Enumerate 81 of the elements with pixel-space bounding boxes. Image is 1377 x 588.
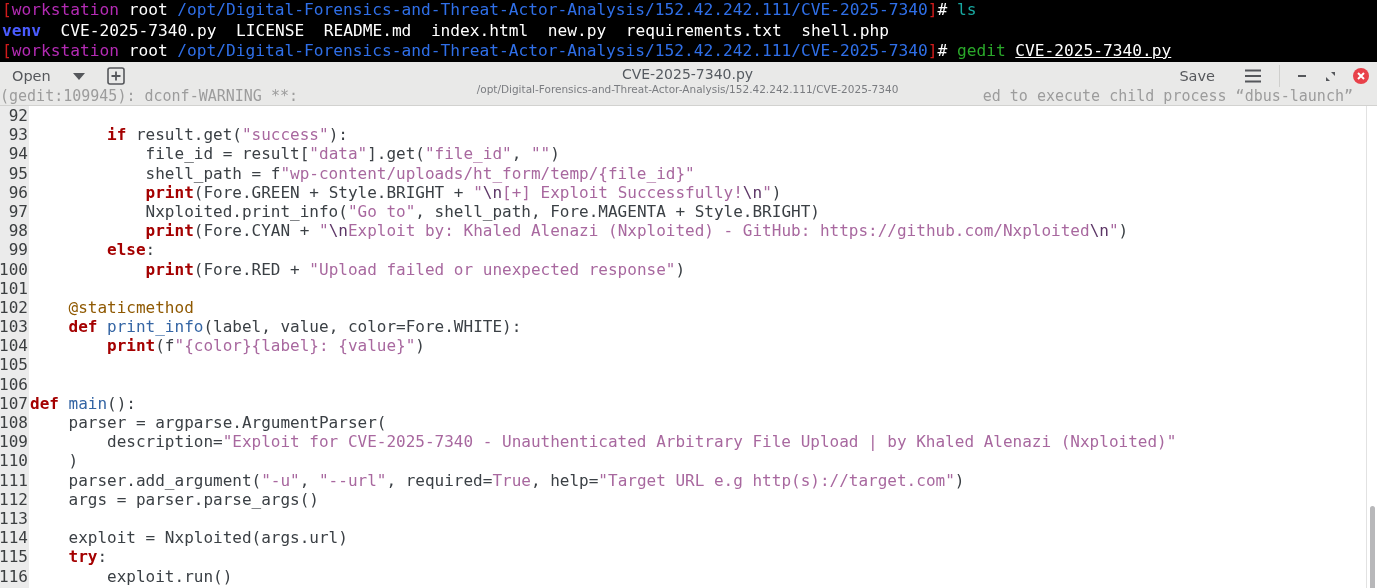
prompt-user: root <box>128 41 168 62</box>
prompt-host: workstation <box>11 41 119 62</box>
scrollbar-thumb[interactable] <box>1369 506 1375 588</box>
file-name: README.md <box>323 20 412 41</box>
code-line: exploit = Nxploited(args.url) <box>67 528 348 548</box>
prompt-symbol: # <box>937 0 948 21</box>
file-name: LICENSE <box>235 20 305 41</box>
caret-icon <box>72 72 85 80</box>
line-number: 109 <box>0 432 28 452</box>
line-number: 98 <box>8 221 28 241</box>
line-number: 93 <box>8 125 28 145</box>
menu-icon <box>1245 69 1261 83</box>
line-number: 107 <box>0 393 28 413</box>
line-number: 97 <box>8 201 28 222</box>
file-path: /opt/Digital-Forensics-and-Threat-Actor-Analysis/152.42.242.111/CVE-2025-7340 <box>476 83 899 96</box>
plus-box-icon <box>106 67 125 85</box>
prompt-user: root <box>128 0 168 21</box>
code-line: exploit.run() <box>106 566 233 586</box>
code-line: shell_path = f"wp-content/uploads/ht_form/temp/{file_id}" <box>144 163 695 183</box>
file-name: requirements.txt <box>625 20 782 41</box>
code-line: @staticmethod <box>67 297 194 318</box>
code-line: print(Fore.RED + "Upload failed or unexpected response") <box>144 259 686 279</box>
code-line: print(Fore.CYAN + "\nExploit by: Khaled Alenazi (Nxploited) - GitHub: https://github.com/Nxploited\n") <box>144 221 1129 241</box>
prompt-symbol: # <box>937 41 948 62</box>
code-line: def print_info(label, value, color=Fore.WHITE): <box>67 317 522 337</box>
line-number: 111 <box>0 470 28 490</box>
file-name: shell.php <box>801 20 889 41</box>
code-line: Nxploited.print_info("Go to", shell_path, Fore.MAGENTA + Style.BRIGHT) <box>144 201 820 222</box>
line-number: 110 <box>0 451 28 471</box>
terminal-command: gedit <box>956 41 1006 62</box>
save-button[interactable]: Save <box>1171 65 1223 87</box>
close-icon <box>1353 68 1369 84</box>
prompt-bracket: ] <box>927 41 938 62</box>
command-argument: CVE-2025-7340.py <box>1015 41 1172 62</box>
prompt-bracket: [ <box>2 0 12 21</box>
code-line: description="Exploit for CVE-2025-7340 - Unauthenticated Arbitrary File Upload | by Khaled Alenazi (Nxploited)" <box>106 432 1177 452</box>
line-number: 102 <box>0 297 28 318</box>
prompt-host: workstation <box>11 0 119 21</box>
prompt-path: /opt/Digital-Forensics-and-Threat-Actor-Analysis/152.42.242.111/CVE-2025-7340 <box>177 0 928 21</box>
file-name: index.html <box>430 20 529 41</box>
code-line: parser = argparse.ArgumentParser( <box>67 413 387 433</box>
code-line: ) <box>67 451 79 471</box>
line-number: 103 <box>0 317 28 337</box>
code-line: print(f"{color}{label}: {value}") <box>106 336 425 356</box>
code-line: print(Fore.GREEN + Style.BRIGHT + "\n[+] Exploit Successfully!\n") <box>144 182 782 202</box>
line-number: 113 <box>0 508 28 529</box>
line-number: 96 <box>8 182 28 202</box>
line-number: 115 <box>0 547 28 567</box>
line-number: 94 <box>8 144 28 164</box>
prompt-path: /opt/Digital-Forensics-and-Threat-Actor-Analysis/152.42.242.111/CVE-2025-7340 <box>177 41 928 62</box>
terminal-warning-text: (gedit:109945): dconf-WARNING **: <box>0 88 298 104</box>
prompt-bracket: ] <box>927 0 938 21</box>
code-line: args = parser.parse_args() <box>67 489 319 509</box>
code-line: file_id = result["data"].get("file_id", "") <box>144 144 560 164</box>
minimize-icon <box>1298 75 1306 77</box>
line-number: 100 <box>0 259 28 279</box>
code-line: if result.get("success"): <box>106 125 348 145</box>
code-line: def main(): <box>30 393 136 413</box>
open-button[interactable]: Open <box>4 65 93 87</box>
code-line: try: <box>67 547 108 567</box>
restore-icon <box>1326 71 1335 81</box>
line-number: 99 <box>8 240 28 260</box>
line-number: 106 <box>0 374 28 394</box>
line-number: 105 <box>0 355 28 375</box>
line-number: 112 <box>0 489 28 509</box>
terminal-warning-text: ed to execute child process “dbus-launch” <box>982 88 1353 104</box>
line-number: 108 <box>0 413 28 433</box>
prompt-bracket: [ <box>2 41 12 62</box>
line-number: 116 <box>0 566 28 586</box>
terminal-command: ls <box>956 0 977 21</box>
code-line: else: <box>106 240 156 260</box>
window-title: CVE-2025-7340.py <box>621 66 754 83</box>
directory-name: venv <box>2 20 41 41</box>
code-line: parser.add_argument("-u", "--url", required=True, help="Target URL e.g http(s)://target.com") <box>67 470 965 490</box>
line-number: 104 <box>0 336 28 356</box>
file-name: CVE-2025-7340.py <box>60 20 217 41</box>
file-name: new.py <box>547 20 607 41</box>
line-number: 114 <box>0 528 28 548</box>
line-number: 92 <box>8 106 28 126</box>
line-number: 101 <box>0 278 28 298</box>
line-number: 95 <box>8 163 28 183</box>
